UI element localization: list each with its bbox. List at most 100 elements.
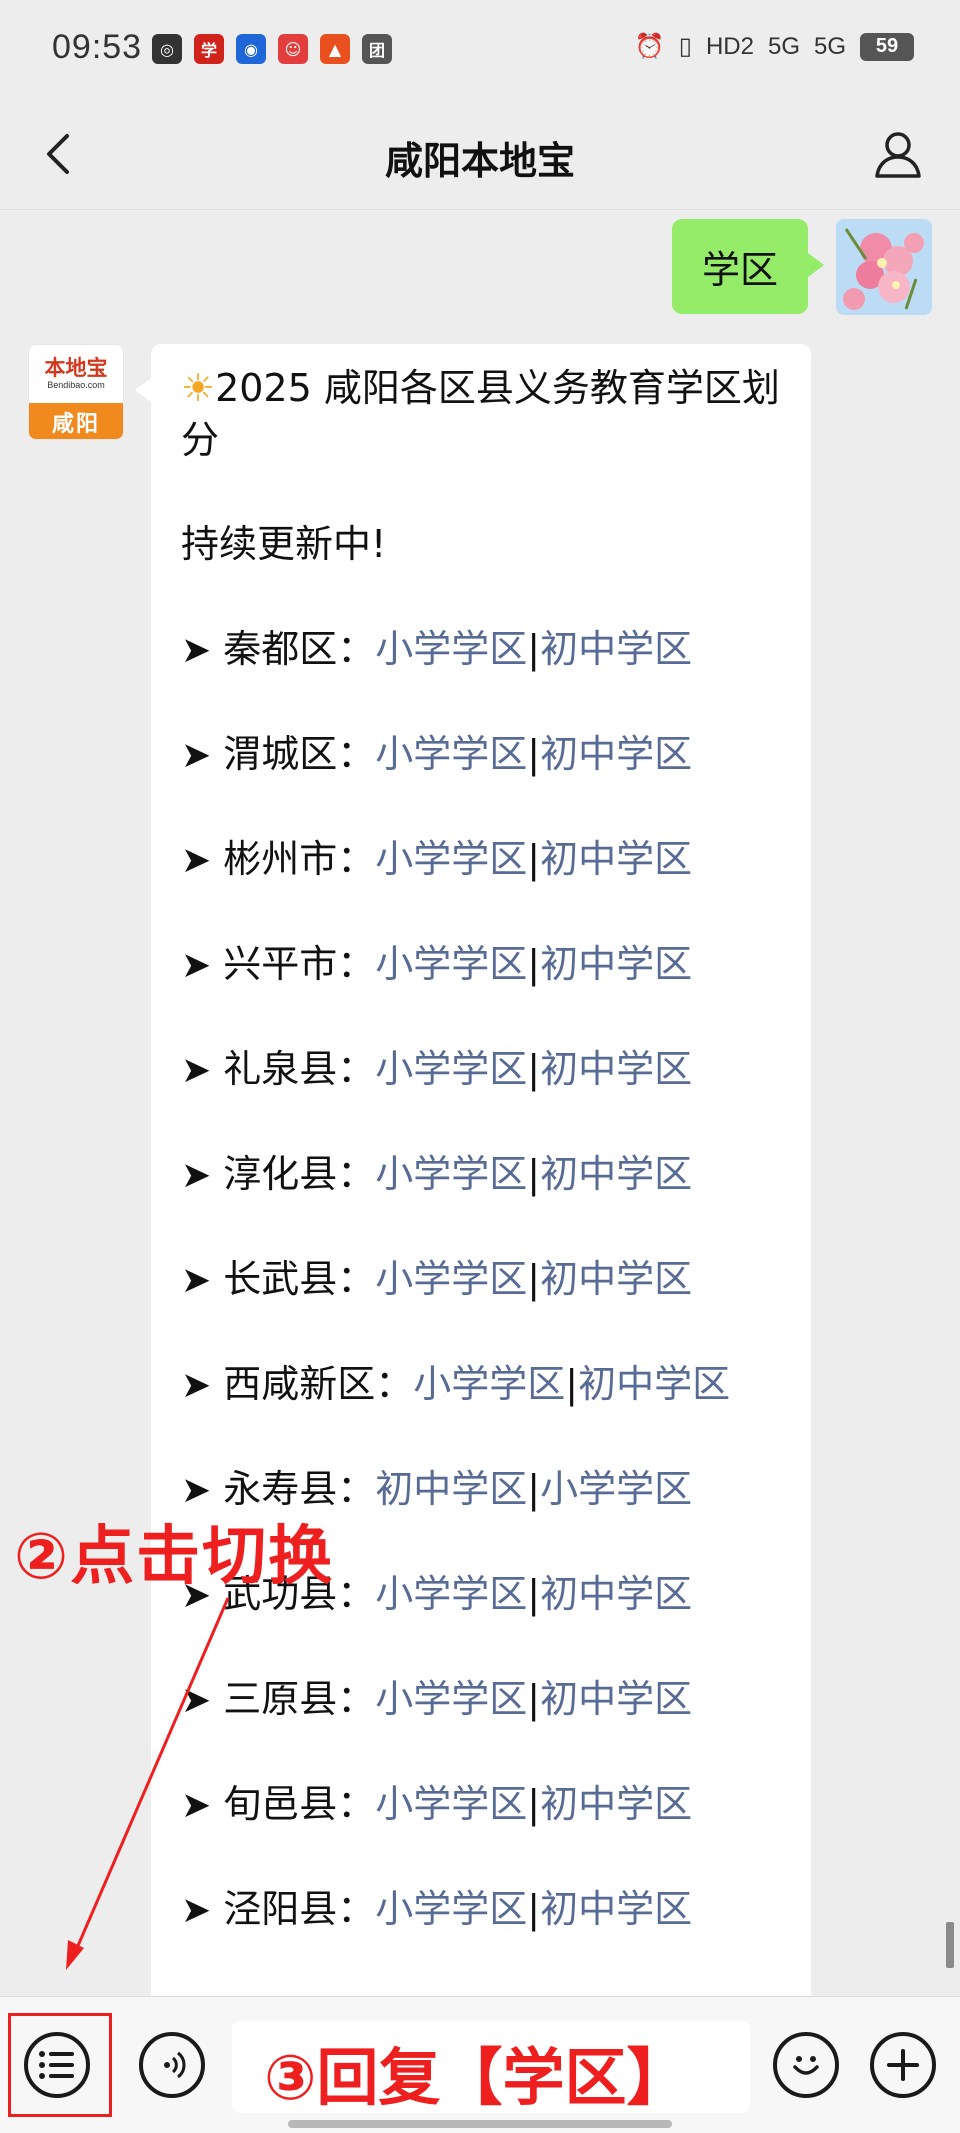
arrow-icon: ➤ [181,945,212,986]
school-zone-link[interactable]: 小学学区 [375,732,527,776]
message-title-text: 2025 咸阳各区县义务教育学区划分 [181,366,780,462]
message-subtitle: 持续更新中! [181,522,387,566]
signal-5g-icon: 5G [813,32,846,60]
district-row: ➤ 渭城区：小学学区|初中学区 [181,728,783,833]
district-name: 彬州市： [223,837,376,881]
school-zone-link[interactable]: 初中学区 [540,732,692,776]
link-separator: | [527,1047,541,1091]
app-orange-icon: ▲ [320,34,350,64]
alarm-icon: ⏰ [634,33,665,60]
district-name: 淳化县： [223,1152,376,1196]
arrow-icon: ➤ [181,1260,212,1301]
header: 咸阳本地宝 [0,100,960,210]
district-name: 旬邑县： [223,1782,376,1826]
link-separator: | [527,942,541,986]
profile-button[interactable] [870,126,926,182]
school-zone-link[interactable]: 初中学区 [578,1362,730,1406]
school-zone-link[interactable]: 小学学区 [375,1677,527,1721]
add-button[interactable] [870,2032,936,2098]
district-row: ➤ 泾阳县：小学学区|初中学区 [181,1883,783,1988]
hd-icon: HD2 [705,32,754,60]
school-zone-link[interactable]: 初中学区 [540,1677,692,1721]
school-zone-link[interactable]: 初中学区 [540,1047,692,1091]
voice-button[interactable] [139,2032,205,2098]
status-indicators: ⏰ ▯ HD2 5G 5G 59 [635,32,914,61]
school-zone-link[interactable]: 小学学区 [540,1467,692,1511]
arrow-icon: ➤ [181,1785,212,1826]
home-indicator[interactable] [288,2120,672,2128]
school-zone-link[interactable]: 初中学区 [540,1887,692,1931]
user-avatar[interactable] [836,219,932,315]
link-separator: | [527,837,541,881]
netease-music-icon: ◎ [152,34,182,64]
district-name: 西咸新区： [223,1362,414,1406]
xuexi-icon: 学 [194,34,224,64]
school-zone-link[interactable]: 小学学区 [375,1887,527,1931]
school-zone-link[interactable]: 初中学区 [540,1572,692,1616]
district-name: 礼泉县： [223,1047,376,1091]
school-zone-link[interactable]: 初中学区 [540,1782,692,1826]
school-zone-link[interactable]: 初中学区 [540,627,692,671]
scrollbar[interactable] [946,1922,954,1968]
district-name: 兴平市： [223,942,376,986]
status-bar: 09:53 ◎ 学 ◉ ☺ ▲ 团 ⏰ ▯ HD2 5G 5G 59 [0,0,960,100]
app-red-face-icon: ☺ [278,34,308,64]
school-zone-link[interactable]: 小学学区 [375,1572,527,1616]
status-app-icons: ◎ 学 ◉ ☺ ▲ 团 [152,34,392,64]
school-zone-link[interactable]: 小学学区 [413,1362,565,1406]
chat-area[interactable]: 学区 本地宝 Bendibao.com 咸阳 ☀2025 咸阳各区县义务教育学区… [0,211,960,1996]
district-name: 泾阳县： [223,1887,376,1931]
arrow-icon: ➤ [181,1155,212,1196]
bot-avatar[interactable]: 本地宝 Bendibao.com 咸阳 [28,344,124,440]
link-separator: | [527,1782,541,1826]
status-time: 09:53 [52,28,143,66]
school-zone-link[interactable]: 小学学区 [375,1257,527,1301]
district-row: ➤ 西咸新区：小学学区|初中学区 [181,1358,783,1463]
district-row: ➤ 彬州市：小学学区|初中学区 [181,833,783,938]
app-tuan-icon: 团 [362,34,392,64]
list-icon [39,2051,74,2079]
bot-message-bubble: ☀2025 咸阳各区县义务教育学区划分 持续更新中! ➤ 秦都区：小学学区|初中… [135,344,811,1996]
annotation-click-switch: ②点击切换 [14,1520,335,1594]
arrow-icon: ➤ [181,630,212,671]
district-name: 长武县： [223,1257,376,1301]
district-row: ➤ 旬邑县：小学学区|初中学区 [181,1778,783,1883]
school-zone-link[interactable]: 小学学区 [375,1782,527,1826]
vibrate-icon: ▯ [678,33,692,60]
link-separator: | [527,1257,541,1301]
link-separator: | [527,732,541,776]
school-zone-link[interactable]: 初中学区 [540,1257,692,1301]
link-separator: | [527,1677,541,1721]
menu-toggle-button[interactable] [24,2032,90,2098]
signal-5g-icon: 5G [767,32,800,60]
district-row: ➤ 秦都区：小学学区|初中学区 [181,623,783,728]
school-zone-link[interactable]: 小学学区 [375,1047,527,1091]
message-title: ☀2025 咸阳各区县义务教育学区划分 [181,362,783,466]
district-row: ➤ 三原县：小学学区|初中学区 [181,1673,783,1778]
battery-icon: 59 [860,32,914,61]
school-zone-link[interactable]: 初中学区 [540,1152,692,1196]
arrow-icon: ➤ [181,1365,212,1406]
school-zone-link[interactable]: 小学学区 [375,627,527,671]
school-zone-link[interactable]: 小学学区 [375,837,527,881]
person-icon [875,132,921,178]
district-row: ➤ 淳化县：小学学区|初中学区 [181,1148,783,1253]
link-separator: | [527,1467,541,1511]
page-title: 咸阳本地宝 [384,139,575,183]
school-zone-link[interactable]: 小学学区 [375,942,527,986]
bottom-input-bar: ③回复【学区】 [0,1996,960,2133]
arrow-icon: ➤ [181,1050,212,1091]
emoji-button[interactable] [773,2032,839,2098]
bot-avatar-domain: Bendibao.com [47,380,105,390]
school-zone-link[interactable]: 小学学区 [375,1152,527,1196]
district-list: ➤ 秦都区：小学学区|初中学区 ➤ 渭城区：小学学区|初中学区 ➤ 彬州市：小学学区… [181,623,783,1988]
arrow-icon: ➤ [181,1890,212,1931]
user-message-bubble[interactable]: 学区 [671,219,825,314]
bot-avatar-city: 咸阳 [29,403,123,439]
school-zone-link[interactable]: 初中学区 [540,942,692,986]
school-zone-link[interactable]: 初中学区 [540,837,692,881]
district-row: ➤ 兴平市：小学学区|初中学区 [181,938,783,1043]
flower-avatar-image [836,219,932,315]
district-row: ➤ 礼泉县：小学学区|初中学区 [181,1043,783,1148]
school-zone-link[interactable]: 初中学区 [375,1467,527,1511]
